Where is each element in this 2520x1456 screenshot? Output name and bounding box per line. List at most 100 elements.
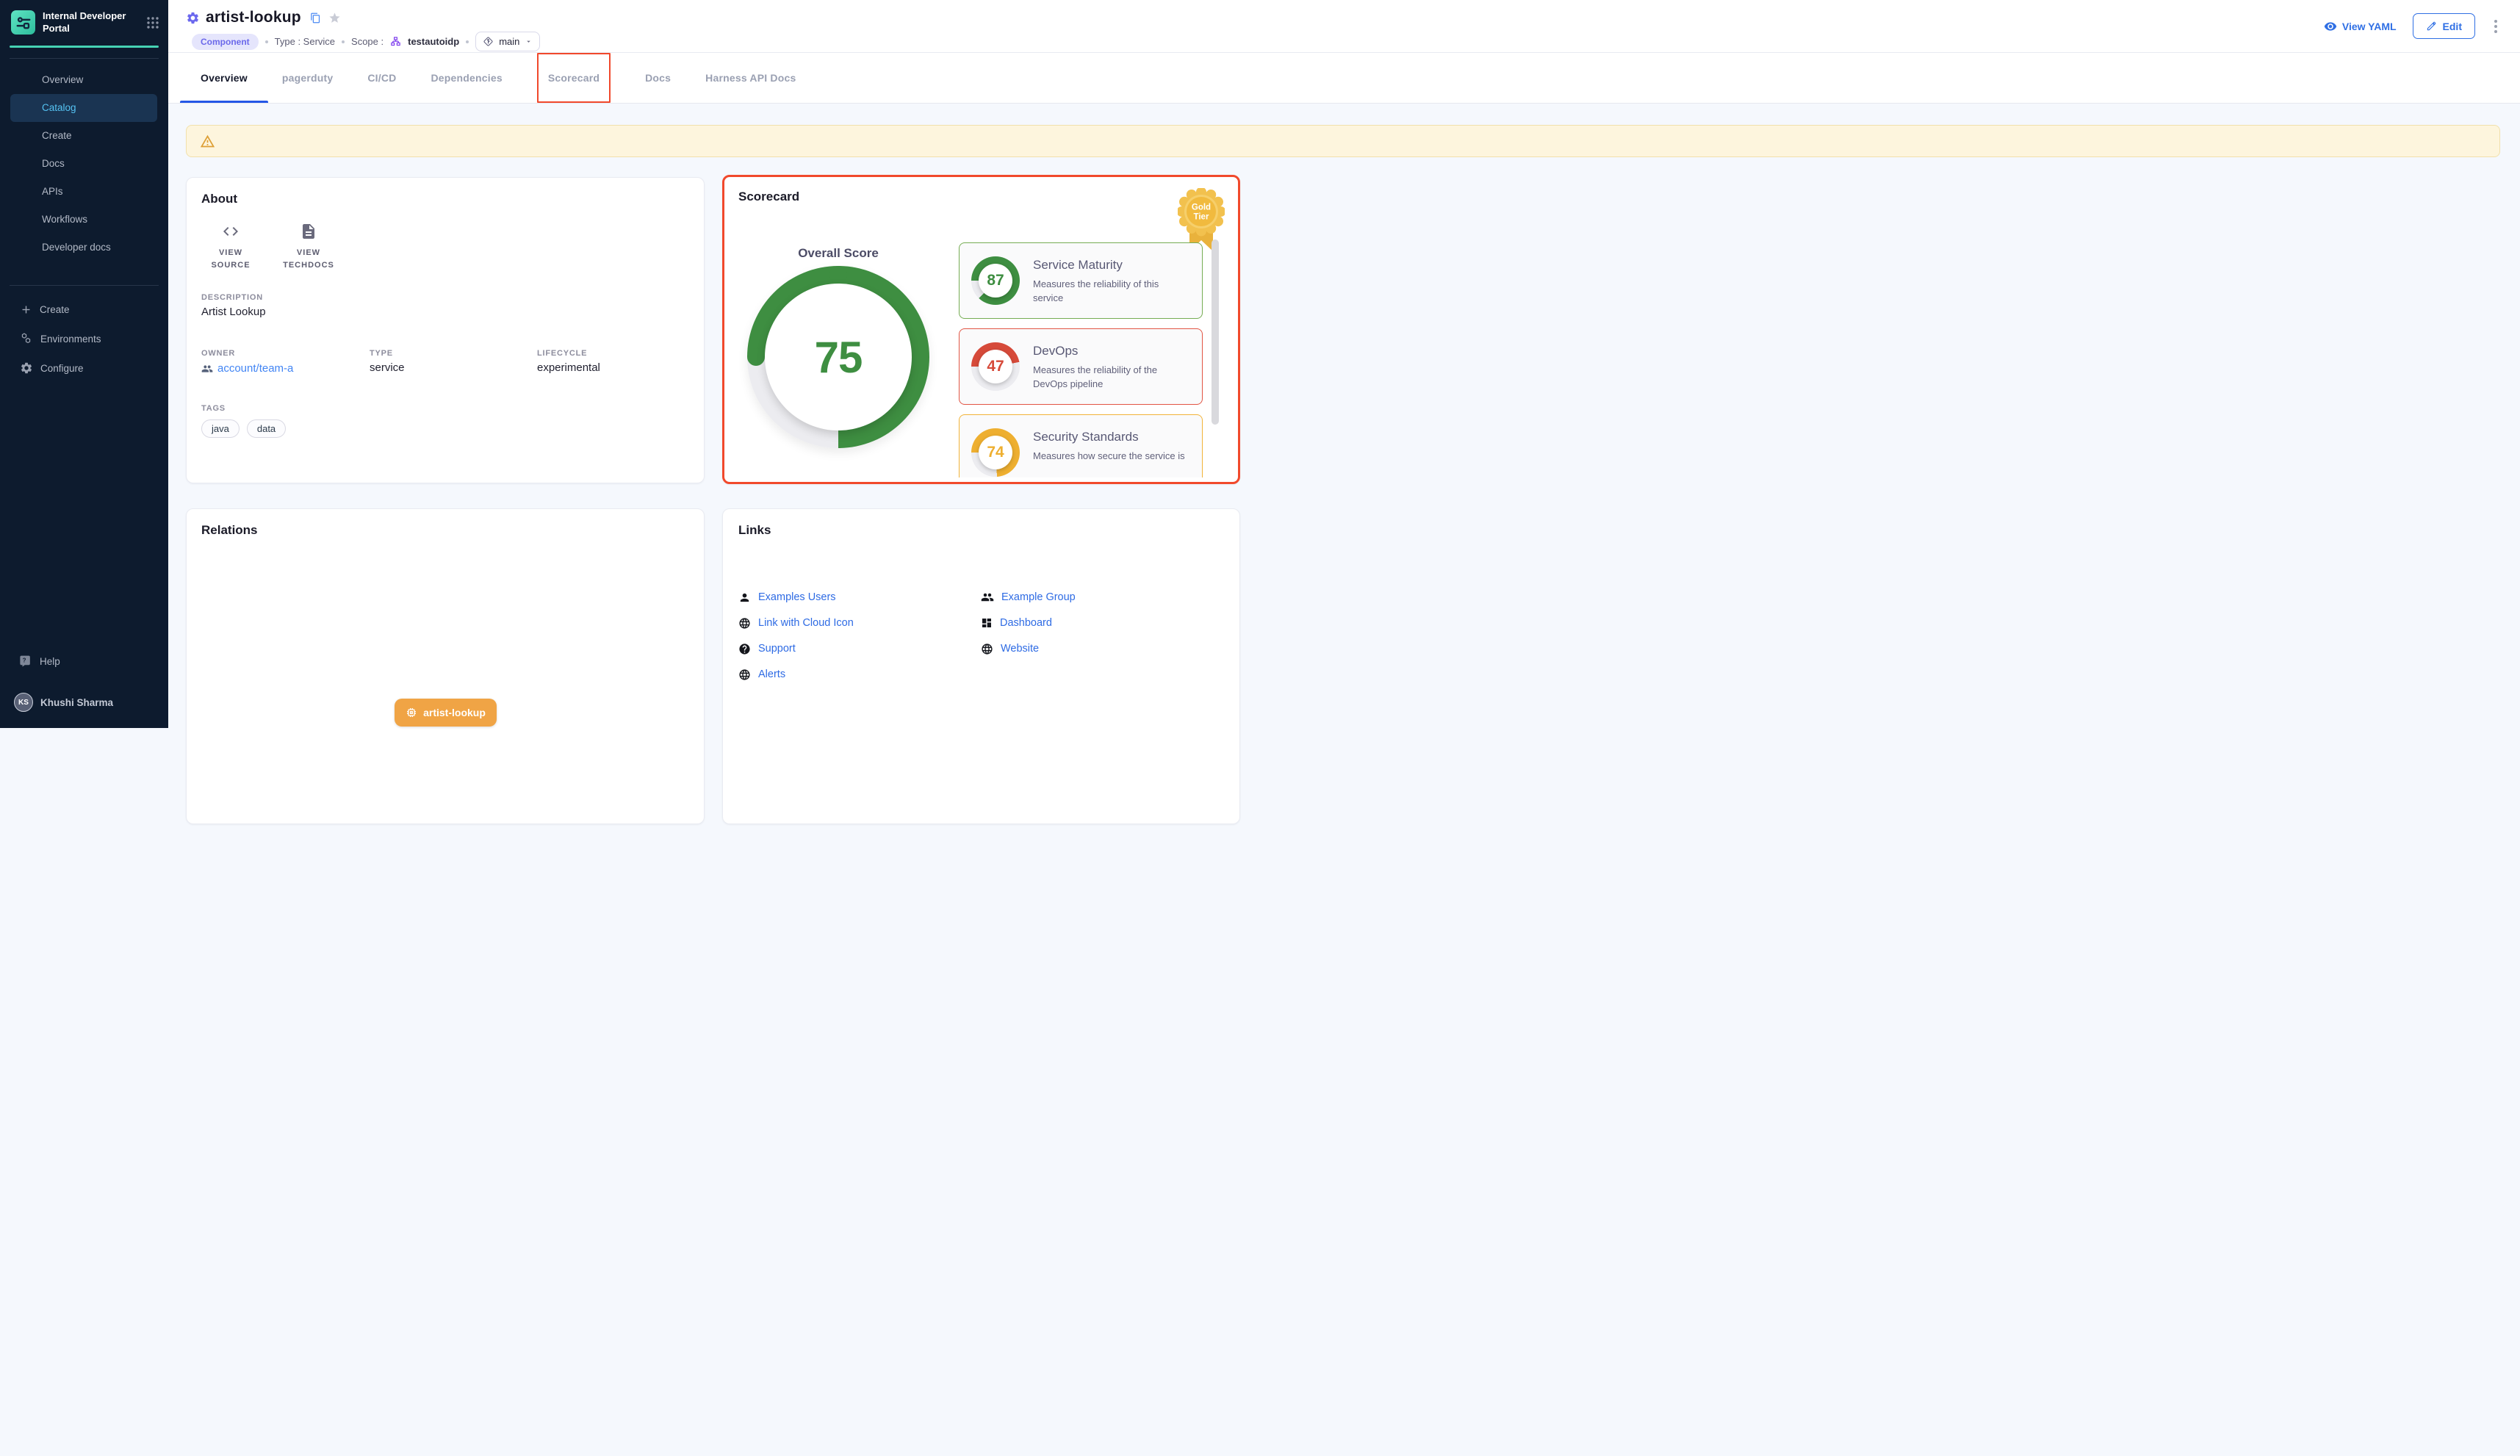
sidebar-item-configure[interactable]: Configure <box>10 353 159 383</box>
check-description: Measures the reliability of this service <box>1033 278 1192 306</box>
scope-value: testautoidp <box>408 36 459 47</box>
sidebar-secondary-nav: Create Environments Configure <box>10 285 159 383</box>
check-devops[interactable]: 47 DevOps Measures the reliability of th… <box>959 328 1203 405</box>
lifecycle-label: LIFECYCLE <box>537 349 600 358</box>
link-support[interactable]: Support <box>738 641 981 657</box>
app-title: Internal Developer Portal <box>43 10 139 35</box>
sidebar-nav: Overview Catalog Create Docs APIs Workfl… <box>10 58 159 262</box>
help-icon <box>738 643 751 655</box>
link-examples-users[interactable]: Examples Users <box>738 589 981 605</box>
check-score: 87 <box>987 272 1004 289</box>
sidebar-configure-label: Configure <box>40 363 84 374</box>
branch-selector[interactable]: main <box>475 32 540 51</box>
code-icon <box>222 223 240 240</box>
tab-docs[interactable]: Docs <box>645 53 671 103</box>
user-name: Khushi Sharma <box>40 697 113 708</box>
plus-icon <box>20 303 32 316</box>
sidebar-footer: ? Help KS Khushi Sharma <box>10 646 159 717</box>
check-donut: 47 <box>971 342 1020 391</box>
view-techdocs-button[interactable]: VIEWTECHDOCS <box>279 223 338 271</box>
overall-score-value: 75 <box>815 332 863 383</box>
scorecard-title: Scorecard <box>738 190 1224 204</box>
entity-kind-badge: Component <box>192 34 259 50</box>
check-donut: 74 <box>971 428 1020 477</box>
globe-icon <box>738 668 751 681</box>
about-card: About VIEWSOURCE VIEWTECHDOCS DESCRIPTIO… <box>186 177 705 483</box>
pencil-icon <box>2426 21 2437 32</box>
tag-chip[interactable]: data <box>247 419 286 438</box>
tab-harness-api-docs[interactable]: Harness API Docs <box>705 53 796 103</box>
entity-type: Type : Service <box>275 36 335 47</box>
sidebar-item-environments[interactable]: Environments <box>10 324 159 353</box>
view-source-button[interactable]: VIEWSOURCE <box>201 223 260 271</box>
star-icon[interactable] <box>328 12 341 24</box>
hierarchy-icon <box>390 36 401 47</box>
scorecard-card: Scorecard Gold Tier Overall Score <box>722 175 1240 484</box>
sidebar-item-developer-docs[interactable]: Developer docs <box>10 234 157 262</box>
tab-scorecard[interactable]: Scorecard <box>537 53 611 103</box>
user-icon <box>738 591 751 604</box>
branch-name: main <box>499 36 519 47</box>
view-yaml-button[interactable]: View YAML <box>2324 20 2397 33</box>
type-label: TYPE <box>370 349 537 358</box>
type-value: service <box>370 361 537 374</box>
sidebar-item-workflows[interactable]: Workflows <box>10 206 157 234</box>
description-value: Artist Lookup <box>201 306 689 318</box>
brand: Internal Developer Portal <box>0 0 168 44</box>
user-menu[interactable]: KS Khushi Sharma <box>10 688 159 717</box>
edit-button[interactable]: Edit <box>2413 13 2475 39</box>
help-chat-icon: ? <box>18 655 32 668</box>
tag-chip[interactable]: java <box>201 419 240 438</box>
sidebar-item-create[interactable]: Create <box>10 122 157 150</box>
entity-tabs: Overview pagerduty CI/CD Dependencies Sc… <box>168 53 2520 104</box>
links-card: Links Examples Users Link with Cloud Ico… <box>722 508 1240 824</box>
svg-text:Tier: Tier <box>1194 213 1209 222</box>
page-title: artist-lookup <box>206 9 301 26</box>
copy-icon[interactable] <box>310 12 321 24</box>
scope-label: Scope : <box>351 36 384 47</box>
owner-label: OWNER <box>201 349 370 358</box>
scorecard-check-list[interactable]: 87 Service Maturity Measures the reliabi… <box>959 242 1203 477</box>
check-service-maturity[interactable]: 87 Service Maturity Measures the reliabi… <box>959 242 1203 319</box>
link-website[interactable]: Website <box>981 641 1223 657</box>
content-area: About VIEWSOURCE VIEWTECHDOCS DESCRIPTIO… <box>168 104 2520 1456</box>
entity-header: artist-lookup Component Type : Service S… <box>168 0 2520 53</box>
globe-icon <box>981 643 993 655</box>
link-dashboard[interactable]: Dashboard <box>981 615 1223 631</box>
description-label: DESCRIPTION <box>201 293 689 302</box>
warning-icon <box>200 134 215 149</box>
relation-node-artist-lookup[interactable]: artist-lookup <box>395 699 497 727</box>
link-example-group[interactable]: Example Group <box>981 589 1223 605</box>
edit-label: Edit <box>2443 21 2462 32</box>
tab-cicd[interactable]: CI/CD <box>367 53 396 103</box>
owner-link[interactable]: account/team-a <box>201 362 370 375</box>
sidebar-create-button[interactable]: Create <box>10 295 159 324</box>
check-title: DevOps <box>1033 344 1192 358</box>
check-security-standards[interactable]: 74 Security Standards Measures how secur… <box>959 414 1203 477</box>
sidebar-item-docs[interactable]: Docs <box>10 150 157 178</box>
apps-grid-icon[interactable] <box>146 16 159 29</box>
about-title: About <box>201 192 689 206</box>
help-button[interactable]: ? Help <box>10 646 159 676</box>
sidebar-item-apis[interactable]: APIs <box>10 178 157 206</box>
scorecard-scrollbar[interactable] <box>1212 239 1219 425</box>
sidebar-item-catalog[interactable]: Catalog <box>10 94 157 122</box>
app-logo <box>11 10 35 35</box>
more-options-icon[interactable] <box>2491 17 2500 36</box>
sidebar-item-overview[interactable]: Overview <box>10 66 157 94</box>
dot-separator <box>342 40 345 43</box>
check-title: Security Standards <box>1033 430 1192 444</box>
tab-overview[interactable]: Overview <box>201 53 248 103</box>
check-description: Measures how secure the service is <box>1033 450 1192 464</box>
link-link-with-cloud-icon[interactable]: Link with Cloud Icon <box>738 615 981 631</box>
check-donut: 87 <box>971 256 1020 305</box>
chevron-down-icon <box>525 37 533 46</box>
tab-dependencies[interactable]: Dependencies <box>431 53 502 103</box>
hexagons-icon <box>20 332 33 345</box>
owner-value: account/team-a <box>217 362 293 375</box>
warning-banner <box>186 125 2500 157</box>
link-alerts[interactable]: Alerts <box>738 666 981 682</box>
dot-separator <box>265 40 268 43</box>
tags-label: TAGS <box>201 404 689 413</box>
tab-pagerduty[interactable]: pagerduty <box>282 53 333 103</box>
